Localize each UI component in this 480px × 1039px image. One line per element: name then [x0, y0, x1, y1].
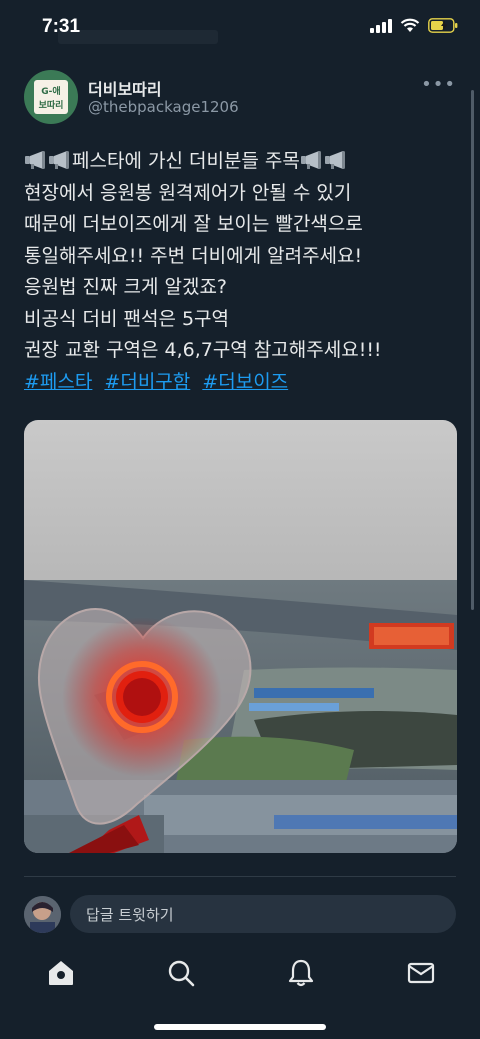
hashtag-link[interactable]: #페스타 — [24, 371, 92, 393]
status-time: 7:31 — [42, 16, 81, 37]
reply-input[interactable]: 답글 트윗하기 — [70, 895, 456, 933]
battery-icon — [428, 18, 458, 33]
signal-icon — [370, 18, 392, 33]
tweet-text-line: 권장 교환 구역은 4,6,7구역 참고해주세요!!! — [24, 339, 382, 361]
home-icon[interactable] — [46, 958, 76, 988]
megaphone-icon — [300, 151, 321, 169]
tab-bar — [0, 948, 480, 998]
mail-icon[interactable] — [406, 958, 436, 988]
status-icons — [370, 18, 458, 33]
megaphone-icon — [324, 151, 345, 169]
megaphone-icon — [25, 151, 45, 169]
megaphone-icon — [49, 151, 69, 169]
wifi-icon — [400, 18, 420, 32]
display-name[interactable]: 더비보따리 — [88, 76, 162, 100]
tweet-line-1: 페스타에 가신 더비분들 주목 — [24, 146, 464, 178]
tweet-text-line: 통일해주세요!! 주변 더비에게 알려주세요! — [24, 244, 363, 267]
avatar-card: G-애 보따리 — [34, 80, 68, 114]
tweet-author[interactable]: G-애 보따리 더비보따리 @thebpackage1206 ••• — [24, 70, 464, 126]
more-icon[interactable]: ••• — [421, 74, 456, 95]
bell-icon[interactable] — [286, 958, 316, 988]
photo-stadium-lightstick — [24, 420, 457, 853]
author-avatar[interactable]: G-애 보따리 — [24, 70, 78, 124]
faded-header — [58, 30, 218, 44]
my-avatar[interactable] — [24, 896, 61, 933]
scroll-indicator[interactable] — [471, 90, 474, 610]
tweet-text-line: 비공식 더비 팬석은 5구역 — [24, 307, 230, 330]
hashtags: #페스타 #더비구함 #더보이즈 — [24, 367, 464, 399]
avatar-text-bottom: 보따리 — [38, 101, 64, 111]
hashtag-link[interactable]: #더비구함 — [104, 371, 190, 393]
tweet-text-line: 현장에서 응원봉 원격제어가 안될 수 있기 — [24, 181, 352, 204]
tweet-text-line: 응원법 진짜 크게 알겠죠? — [24, 276, 228, 298]
tweet-text-line: 때문에 더보이즈에게 잘 보이는 빨간색으로 — [24, 213, 363, 235]
home-indicator[interactable] — [154, 1024, 326, 1030]
reply-placeholder: 답글 트윗하기 — [86, 906, 174, 924]
tweet-text-line: 페스타에 가신 더비분들 주목 — [72, 150, 300, 172]
search-icon[interactable] — [166, 958, 196, 988]
user-handle[interactable]: @thebpackage1206 — [88, 98, 239, 116]
status-bar: 7:31 — [0, 0, 480, 58]
avatar-photo — [24, 896, 61, 933]
tweet-photo[interactable] — [24, 420, 457, 853]
divider — [24, 876, 456, 877]
hashtag-link[interactable]: #더보이즈 — [202, 371, 288, 393]
avatar-text-top: G-애 — [41, 87, 61, 97]
tweet-text: 페스타에 가신 더비분들 주목 현장에서 응원봉 원격제어가 안될 수 있기 때… — [24, 146, 464, 398]
